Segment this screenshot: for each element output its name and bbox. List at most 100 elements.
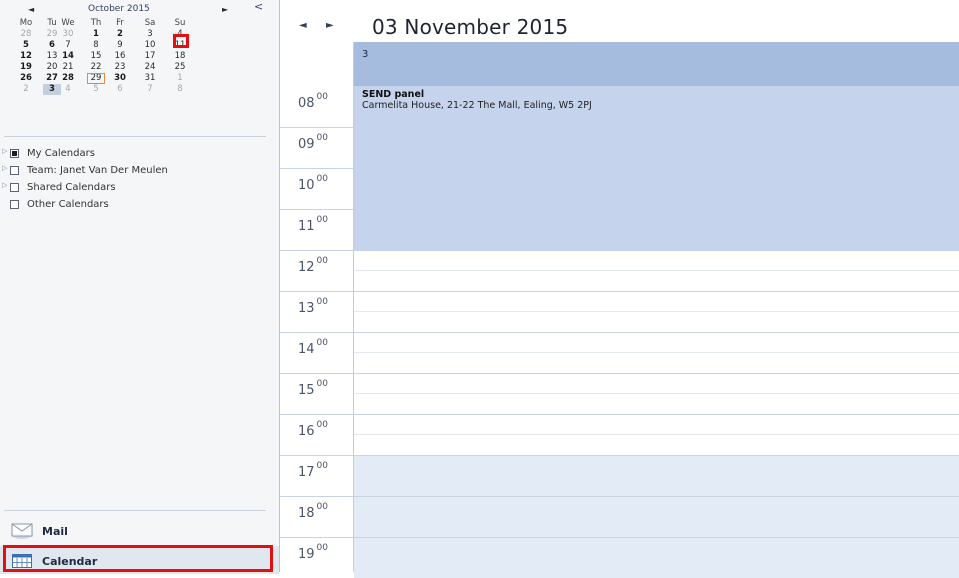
date-cell[interactable]: 8 bbox=[87, 40, 105, 51]
gutter-hour-line bbox=[280, 414, 353, 415]
date-cell[interactable]: 16 bbox=[111, 51, 129, 62]
minute-value: 00 bbox=[316, 297, 328, 307]
calendar-group-item[interactable]: ▷ Shared Calendars bbox=[0, 180, 279, 197]
date-cell[interactable]: 23 bbox=[111, 62, 129, 73]
date-cell[interactable]: 29 bbox=[87, 73, 105, 84]
day-column-header[interactable]: 3 bbox=[354, 42, 959, 87]
date-cell[interactable]: 14 bbox=[59, 51, 77, 62]
half-hour-line bbox=[354, 311, 959, 312]
date-cell[interactable]: 31 bbox=[141, 73, 159, 84]
half-hour-line bbox=[354, 434, 959, 435]
hour-value: 18 bbox=[298, 506, 315, 521]
minute-value: 00 bbox=[316, 338, 328, 348]
mail-nav-button[interactable]: Mail bbox=[0, 516, 279, 544]
calendar-group-item[interactable]: ▷ Team: Janet Van Der Meulen bbox=[0, 163, 279, 180]
hour-value: 14 bbox=[298, 342, 315, 357]
date-cell[interactable]: 28 bbox=[17, 29, 35, 40]
date-cell[interactable]: 8 bbox=[171, 84, 189, 95]
collapse-pane-icon[interactable]: < bbox=[254, 0, 263, 13]
date-cell[interactable]: 7 bbox=[141, 84, 159, 95]
gutter-hour-line bbox=[280, 250, 353, 251]
calendar-checkbox[interactable] bbox=[10, 166, 19, 175]
expand-arrow-icon[interactable]: ▷ bbox=[2, 181, 7, 189]
mail-envelope-icon bbox=[11, 523, 33, 539]
date-cell[interactable]: 21 bbox=[59, 62, 77, 73]
mail-nav-label: Mail bbox=[42, 525, 68, 538]
minute-value: 00 bbox=[316, 133, 328, 143]
date-cell[interactable]: 2 bbox=[111, 29, 129, 40]
date-cell[interactable]: 25 bbox=[171, 62, 189, 73]
date-cell[interactable]: 26 bbox=[17, 73, 35, 84]
divider bbox=[4, 510, 266, 511]
minute-value: 00 bbox=[316, 502, 328, 512]
previous-month-arrow-icon[interactable]: ◄ bbox=[28, 5, 34, 14]
calendar-group-label: Other Calendars bbox=[27, 199, 109, 210]
date-cell[interactable]: 19 bbox=[17, 62, 35, 73]
hour-value: 10 bbox=[298, 178, 315, 193]
date-cell[interactable]: 5 bbox=[17, 40, 35, 51]
minute-value: 00 bbox=[316, 543, 328, 553]
minute-value: 00 bbox=[316, 420, 328, 430]
day-column-date: 3 bbox=[362, 49, 369, 60]
next-day-arrow-icon[interactable]: ► bbox=[326, 20, 334, 31]
expand-arrow-icon[interactable]: ▷ bbox=[2, 164, 7, 172]
minute-value: 00 bbox=[316, 174, 328, 184]
hour-label: 16 00 bbox=[298, 420, 328, 439]
date-cell[interactable]: 3 bbox=[141, 29, 159, 40]
date-cell[interactable]: 9 bbox=[111, 40, 129, 51]
date-cell[interactable]: 18 bbox=[171, 51, 189, 62]
hour-label: 17 00 bbox=[298, 461, 328, 480]
calendar-checkbox[interactable] bbox=[10, 200, 19, 209]
date-cell[interactable]: 7 bbox=[59, 40, 77, 51]
appointment-title: SEND panel bbox=[362, 89, 425, 100]
hour-label: 11 00 bbox=[298, 215, 328, 234]
calendar-group-label: Shared Calendars bbox=[27, 182, 116, 193]
date-cell[interactable]: 1 bbox=[87, 29, 105, 40]
weekday-header: We bbox=[61, 18, 75, 28]
minute-value: 00 bbox=[316, 215, 328, 225]
date-cell[interactable]: 1 bbox=[171, 73, 189, 84]
half-hour-line bbox=[354, 393, 959, 394]
date-cell[interactable]: 2 bbox=[17, 84, 35, 95]
date-cell[interactable]: 22 bbox=[87, 62, 105, 73]
next-month-arrow-icon[interactable]: ► bbox=[222, 5, 228, 14]
hour-label: 12 00 bbox=[298, 256, 328, 275]
hour-value: 11 bbox=[298, 219, 315, 234]
highlight-box-date bbox=[173, 34, 189, 48]
date-cell[interactable]: 5 bbox=[87, 84, 105, 95]
time-gutter: 08 00 09 00 10 00 11 00 12 00 13 00 14 00 15 00 16 00 17 00… bbox=[280, 42, 354, 572]
divider bbox=[4, 136, 266, 137]
calendar-group-item[interactable]: ▷ My Calendars bbox=[0, 146, 279, 163]
date-cell[interactable]: 6 bbox=[111, 84, 129, 95]
hour-value: 17 bbox=[298, 465, 315, 480]
hour-label: 09 00 bbox=[298, 133, 328, 152]
date-navigator-header: ◄ October 2015 ► < bbox=[0, 0, 279, 18]
previous-day-arrow-icon[interactable]: ◄ bbox=[299, 20, 307, 31]
calendar-checkbox[interactable] bbox=[10, 149, 19, 158]
date-cell[interactable]: 17 bbox=[141, 51, 159, 62]
day-view-title: 03 November 2015 bbox=[372, 15, 569, 39]
date-cell[interactable]: 4 bbox=[59, 84, 77, 95]
appointment-send-panel[interactable]: SEND panel Carmelita House, 21-22 The Ma… bbox=[354, 86, 959, 251]
minute-value: 00 bbox=[316, 256, 328, 266]
day-view-header: ◄ ► 03 November 2015 bbox=[280, 12, 959, 42]
calendar-group-item[interactable]: Other Calendars bbox=[0, 197, 279, 214]
gutter-hour-line bbox=[280, 127, 353, 128]
calendar-checkbox[interactable] bbox=[10, 183, 19, 192]
date-cell[interactable]: 24 bbox=[141, 62, 159, 73]
date-cell[interactable]: 15 bbox=[87, 51, 105, 62]
date-cell[interactable]: 28 bbox=[59, 73, 77, 84]
date-cell[interactable]: 10 bbox=[141, 40, 159, 51]
date-navigator: ◄ October 2015 ► < Mo Tu We Th Fr Sa Su 28 29 30 1… bbox=[0, 0, 279, 132]
hour-value: 19 bbox=[298, 547, 315, 562]
date-cell[interactable]: 12 bbox=[17, 51, 35, 62]
expand-arrow-icon[interactable]: ▷ bbox=[2, 147, 7, 155]
hour-value: 09 bbox=[298, 137, 315, 152]
hour-label: 14 00 bbox=[298, 338, 328, 357]
gutter-hour-line bbox=[280, 373, 353, 374]
gutter-hour-line bbox=[280, 209, 353, 210]
hour-value: 13 bbox=[298, 301, 315, 316]
date-cell[interactable]: 30 bbox=[111, 73, 129, 84]
hour-value: 12 bbox=[298, 260, 315, 275]
date-cell[interactable]: 30 bbox=[59, 29, 77, 40]
